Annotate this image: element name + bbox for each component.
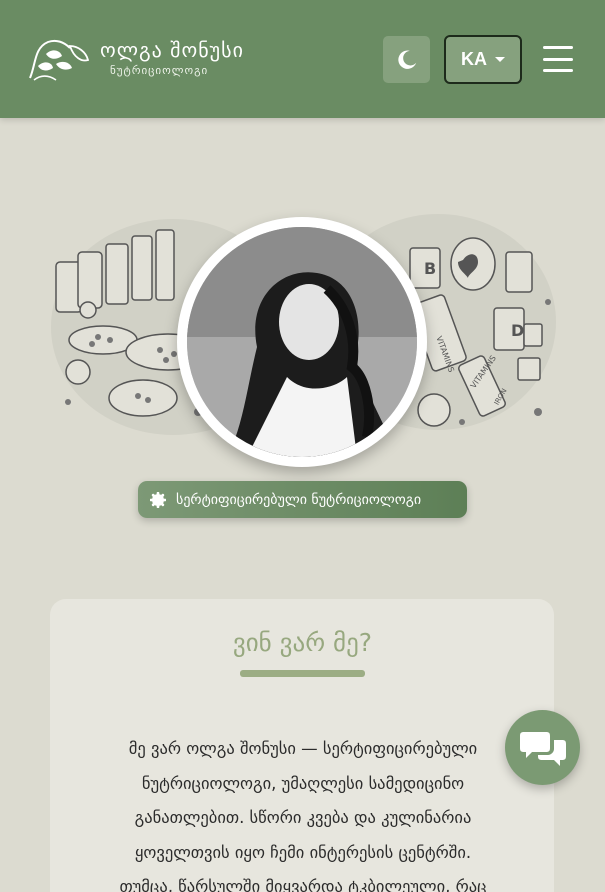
bio-line: თუმცა, წარსულში მიყვარდა ტკბილეული, რაც <box>119 877 487 892</box>
site-header: ოლგა შონუსი ნუტრიციოლოგი KA <box>0 0 605 118</box>
certificate-icon <box>150 491 166 508</box>
about-title: ვინ ვარ მე? <box>232 628 373 657</box>
hamburger-icon <box>543 46 573 49</box>
chat-bubbles-icon <box>519 731 566 766</box>
logo-title: ოლგა შონუსი <box>100 38 244 62</box>
vitamin-b-label: B <box>424 259 436 278</box>
moon-icon <box>397 50 416 69</box>
bio-line: განათლებით. სწორი კვება და კულინარია <box>134 808 472 827</box>
bio-line: მე ვარ ოლგა შონუსი — სერტიფიცირებული <box>128 739 478 758</box>
leaf-face-logo-icon <box>29 39 90 81</box>
bio-line: ნუტრიციოლოგი, უმაღლესი სამედიცინო <box>141 773 465 793</box>
profile-photo <box>187 227 417 457</box>
language-selector[interactable]: KA <box>444 35 522 84</box>
logo-subtitle: ნუტრიციოლოგი <box>110 64 209 77</box>
site-logo[interactable]: ოლგა შონუსი ნუტრიციოლოგი <box>26 34 243 84</box>
bio-line: ყოველთვის იყო ჩემი ინტერესის ცენტრში. <box>134 842 472 862</box>
chat-button[interactable] <box>505 710 580 785</box>
title-underline <box>240 670 365 677</box>
language-label: KA <box>461 49 487 69</box>
theme-toggle-button[interactable] <box>383 36 430 83</box>
vitamin-d-label: D <box>511 321 524 340</box>
certified-nutritionist-badge: სერტიფიცირებული ნუტრიციოლოგი <box>138 481 467 518</box>
caret-down-icon <box>495 57 505 62</box>
about-bio: მე ვარ ოლგა შონუსი — სერტიფიცირებული ნუტ… <box>74 732 532 892</box>
badge-label: სერტიფიცირებული ნუტრიციოლოგი <box>176 491 422 508</box>
hamburger-menu-button[interactable] <box>543 44 573 74</box>
